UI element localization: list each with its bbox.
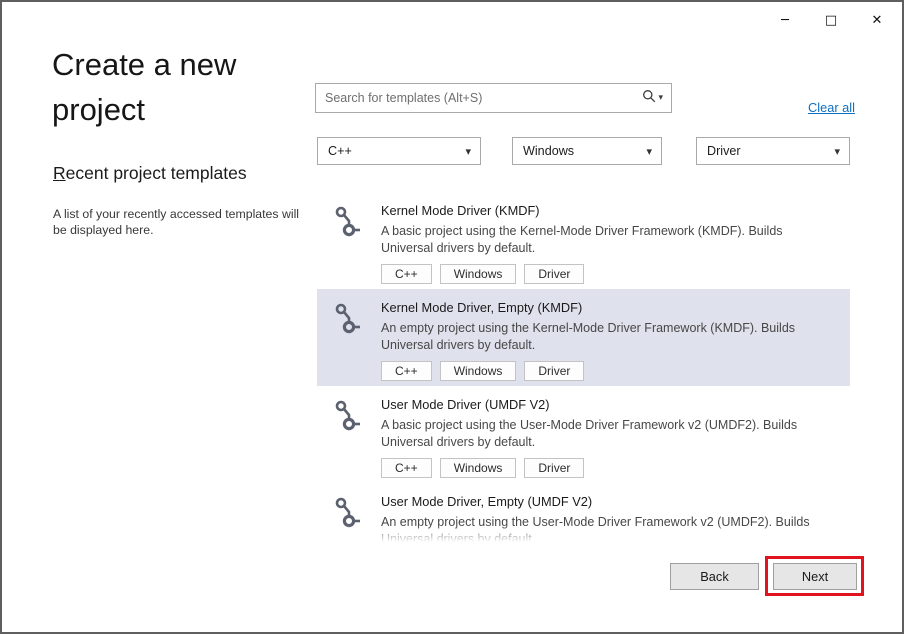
search-input[interactable] — [316, 91, 642, 105]
template-item-user-mode-driver-empty[interactable]: User Mode Driver, Empty (UMDF V2) An emp… — [317, 483, 850, 543]
language-filter-value: C++ — [328, 144, 352, 158]
chevron-down-icon: ▾ — [646, 145, 652, 158]
recent-templates-heading: Recent project templates — [53, 163, 247, 184]
template-title: User Mode Driver (UMDF V2) — [381, 397, 836, 412]
template-item-user-mode-driver[interactable]: User Mode Driver (UMDF V2) A basic proje… — [317, 386, 850, 483]
driver-template-icon — [331, 398, 365, 432]
template-tag-platform[interactable]: Windows — [440, 458, 517, 478]
chevron-down-icon: ▾ — [834, 145, 840, 158]
template-search-box: ▾ — [315, 83, 672, 113]
project-type-filter-value: Driver — [707, 144, 741, 158]
template-description: An empty project using the User-Mode Dri… — [381, 514, 836, 543]
language-filter-dropdown[interactable]: C++ ▾ — [317, 137, 481, 165]
template-title: User Mode Driver, Empty (UMDF V2) — [381, 494, 836, 509]
maximize-icon: □ — [825, 14, 837, 27]
template-tag-language[interactable]: C++ — [381, 458, 432, 478]
search-options-button[interactable]: ▾ — [642, 89, 671, 108]
driver-template-icon — [331, 204, 365, 238]
template-tag-type[interactable]: Driver — [524, 264, 584, 284]
minimize-icon: ─ — [781, 14, 789, 27]
platform-filter-value: Windows — [523, 144, 574, 158]
template-tag-language[interactable]: C++ — [381, 264, 432, 284]
template-description: A basic project using the Kernel-Mode Dr… — [381, 223, 836, 256]
template-title: Kernel Mode Driver, Empty (KMDF) — [381, 300, 836, 315]
template-description: An empty project using the Kernel-Mode D… — [381, 320, 836, 353]
create-new-project-dialog: ─ □ ✕ Create a new project Recent projec… — [0, 0, 904, 634]
maximize-button[interactable]: □ — [808, 2, 854, 38]
search-icon — [642, 89, 656, 108]
template-tags: C++ Windows Driver — [381, 361, 836, 381]
back-button[interactable]: Back — [670, 563, 759, 590]
platform-filter-dropdown[interactable]: Windows ▾ — [512, 137, 662, 165]
template-tag-language[interactable]: C++ — [381, 361, 432, 381]
template-description: A basic project using the User-Mode Driv… — [381, 417, 836, 450]
next-button[interactable]: Next — [773, 563, 857, 590]
minimize-button[interactable]: ─ — [762, 2, 808, 38]
driver-template-icon — [331, 495, 365, 529]
template-list: Kernel Mode Driver (KMDF) A basic projec… — [317, 192, 850, 543]
close-icon: ✕ — [872, 14, 883, 27]
project-type-filter-dropdown[interactable]: Driver ▾ — [696, 137, 850, 165]
close-button[interactable]: ✕ — [854, 2, 900, 38]
template-item-kernel-mode-driver[interactable]: Kernel Mode Driver (KMDF) A basic projec… — [317, 192, 850, 289]
template-tag-type[interactable]: Driver — [524, 361, 584, 381]
template-tags: C++ Windows Driver — [381, 458, 836, 478]
template-title: Kernel Mode Driver (KMDF) — [381, 203, 836, 218]
template-tag-type[interactable]: Driver — [524, 458, 584, 478]
template-tags: C++ Windows Driver — [381, 264, 836, 284]
chevron-down-icon: ▾ — [658, 93, 663, 103]
template-tag-platform[interactable]: Windows — [440, 361, 517, 381]
chevron-down-icon: ▾ — [465, 145, 471, 158]
driver-template-icon — [331, 301, 365, 335]
template-item-kernel-mode-driver-empty[interactable]: Kernel Mode Driver, Empty (KMDF) An empt… — [317, 289, 850, 386]
template-tag-platform[interactable]: Windows — [440, 264, 517, 284]
clear-all-link[interactable]: Clear all — [808, 100, 855, 115]
window-controls: ─ □ ✕ — [762, 2, 900, 38]
recent-templates-description: A list of your recently accessed templat… — [53, 206, 305, 238]
page-title: Create a new project — [52, 42, 332, 132]
